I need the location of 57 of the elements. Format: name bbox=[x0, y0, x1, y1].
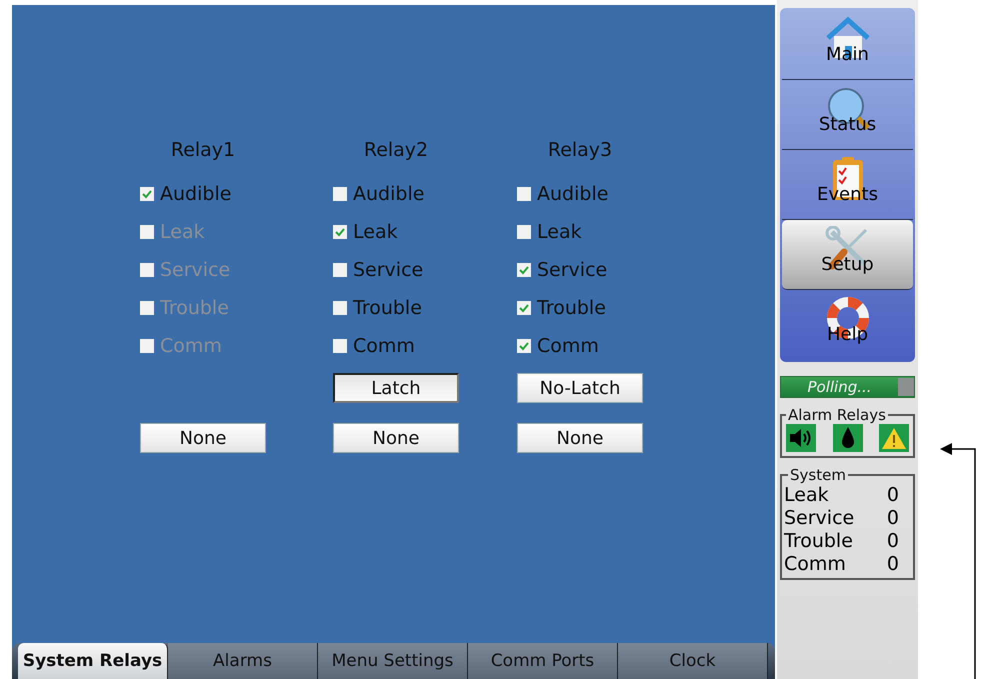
relay-title: Relay1 bbox=[170, 139, 236, 161]
checkbox[interactable] bbox=[140, 187, 154, 201]
checkbox-label: Comm bbox=[537, 335, 599, 357]
count-label: Comm bbox=[784, 553, 846, 576]
tab[interactable]: Alarms bbox=[168, 643, 318, 679]
relay-title: Relay2 bbox=[362, 139, 430, 161]
house-icon bbox=[824, 16, 872, 60]
warning-icon bbox=[879, 424, 909, 452]
checkbox-label: Leak bbox=[537, 221, 582, 243]
checkbox[interactable] bbox=[333, 339, 347, 353]
none-button[interactable]: None bbox=[333, 423, 459, 453]
speaker-icon bbox=[786, 424, 816, 452]
checkbox-label: Trouble bbox=[537, 297, 606, 319]
count-value: 0 bbox=[886, 530, 899, 553]
checkbox[interactable] bbox=[517, 225, 531, 239]
checkbox-label: Trouble bbox=[353, 297, 422, 319]
checkbox[interactable] bbox=[333, 301, 347, 315]
checkbox[interactable] bbox=[517, 187, 531, 201]
relay-title: Relay3 bbox=[546, 139, 614, 161]
count-value: 0 bbox=[886, 484, 899, 507]
checkbox-label: Trouble bbox=[160, 297, 229, 319]
checkbox-label: Service bbox=[537, 259, 608, 281]
latch-button[interactable]: Latch bbox=[333, 373, 459, 403]
status-light bbox=[898, 378, 914, 396]
checkbox[interactable] bbox=[517, 301, 531, 315]
count-value: 0 bbox=[886, 507, 899, 530]
checkbox-label: Audible bbox=[537, 183, 608, 205]
none-button[interactable]: None bbox=[140, 423, 266, 453]
nav-button[interactable]: Main bbox=[782, 10, 913, 80]
tab[interactable]: Comm Ports bbox=[468, 643, 618, 679]
checkbox[interactable] bbox=[517, 339, 531, 353]
checkbox-label: Leak bbox=[353, 221, 398, 243]
nav-button[interactable]: Help bbox=[782, 290, 913, 360]
checkbox-label: Leak bbox=[160, 221, 205, 243]
checkbox[interactable] bbox=[333, 263, 347, 277]
group-title: Alarm Relays bbox=[787, 406, 887, 424]
checkbox-label: Comm bbox=[160, 335, 222, 357]
count-label: Service bbox=[784, 507, 854, 530]
tab[interactable]: Menu Settings bbox=[318, 643, 468, 679]
checkbox-label: Service bbox=[160, 259, 230, 281]
count-label: Trouble bbox=[784, 530, 853, 553]
checkbox[interactable] bbox=[333, 187, 347, 201]
checkbox-label: Audible bbox=[160, 183, 232, 205]
polling-text: Polling... bbox=[806, 378, 873, 396]
tab[interactable]: System Relays bbox=[18, 643, 168, 679]
checkbox-label: Service bbox=[353, 259, 424, 281]
checkbox[interactable] bbox=[333, 225, 347, 239]
latch-button[interactable]: No-Latch bbox=[517, 373, 643, 403]
checkbox-label: Comm bbox=[353, 335, 415, 357]
tab[interactable]: Clock bbox=[618, 643, 768, 679]
drop-icon bbox=[832, 424, 862, 452]
checkbox[interactable] bbox=[517, 263, 531, 277]
count-label: Leak bbox=[784, 484, 829, 507]
none-button[interactable]: None bbox=[517, 423, 643, 453]
group-title: System bbox=[789, 466, 847, 484]
checkbox-label: Audible bbox=[353, 183, 424, 205]
count-value: 0 bbox=[886, 553, 899, 576]
